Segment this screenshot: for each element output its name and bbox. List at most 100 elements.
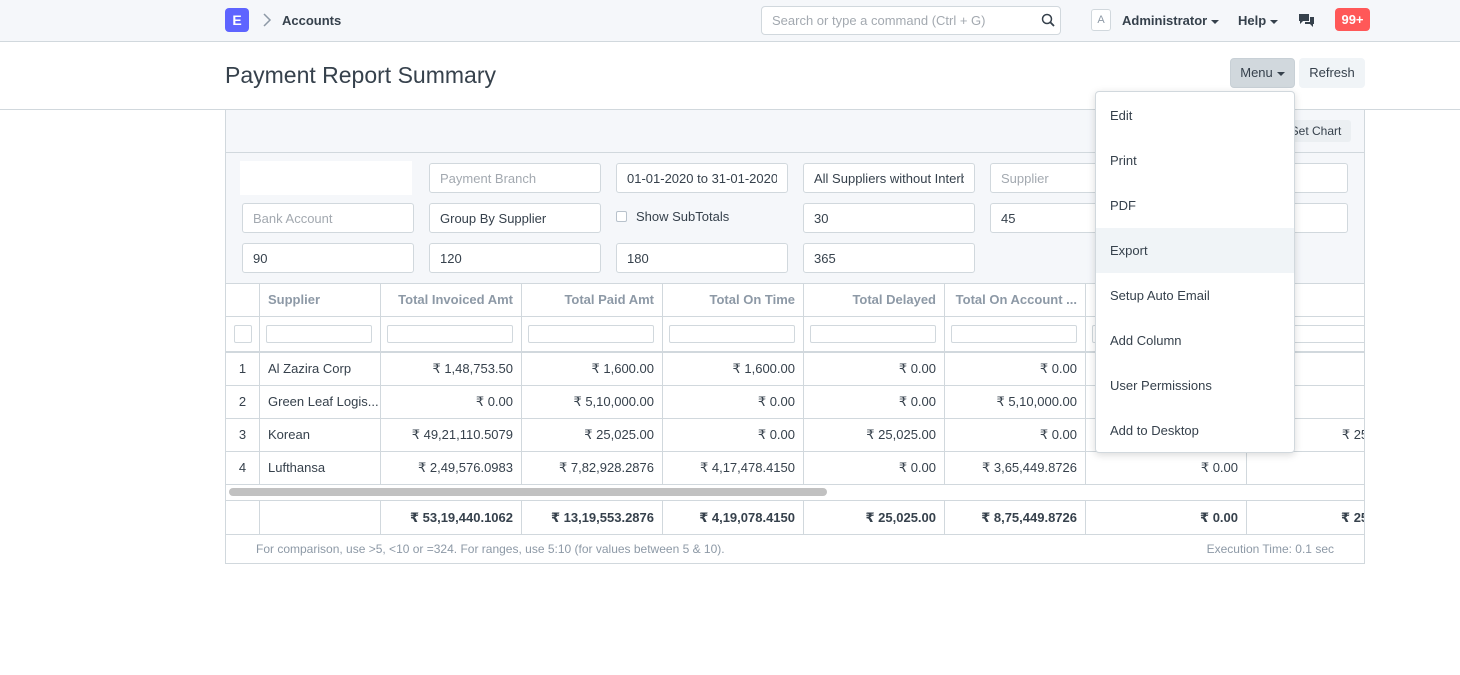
menu-button[interactable]: Menu	[1230, 58, 1295, 88]
filter-cell	[381, 317, 522, 353]
show-subtotals-checkbox[interactable]	[616, 211, 627, 222]
cell-on-time[interactable]: ₹ 1,600.00	[663, 353, 804, 386]
menu-item-print[interactable]: Print	[1096, 138, 1294, 183]
header-index	[226, 283, 260, 317]
cell-paid[interactable]: ₹ 7,82,928.2876	[522, 452, 663, 485]
menu-item-edit[interactable]: Edit	[1096, 93, 1294, 138]
total-on-time: ₹ 4,19,078.4150	[663, 500, 804, 535]
menu-item-pdf[interactable]: PDF	[1096, 183, 1294, 228]
help-label: Help	[1238, 13, 1267, 28]
comparison-help-text: For comparison, use >5, <10 or =324. For…	[256, 542, 725, 556]
cell-supplier[interactable]: Green Leaf Logis...	[260, 386, 381, 419]
bank-account-field[interactable]	[242, 203, 414, 233]
menu-item-user-permissions[interactable]: User Permissions	[1096, 363, 1294, 408]
column-filter-input[interactable]	[528, 325, 654, 343]
search-icon[interactable]	[1041, 13, 1055, 27]
total-paid: ₹ 13,19,553.2876	[522, 500, 663, 535]
filter-cell	[663, 317, 804, 353]
cell-on-time[interactable]: ₹ 4,17,478.4150	[663, 452, 804, 485]
payment-branch-field[interactable]	[429, 163, 601, 193]
menu-dropdown: Edit Print PDF Export Setup Auto Email A…	[1095, 91, 1295, 453]
menu-item-add-to-desktop[interactable]: Add to Desktop	[1096, 408, 1294, 453]
menu-label: Menu	[1240, 65, 1273, 80]
total-col8: ₹ 25,0	[1247, 500, 1364, 535]
filter-row-index	[226, 317, 260, 353]
cell-invoiced[interactable]: ₹ 1,48,753.50	[381, 353, 522, 386]
filter-cell	[522, 317, 663, 353]
cell-on-account[interactable]: ₹ 3,65,449.8726	[945, 452, 1086, 485]
cell-col8[interactable]: ₹	[1247, 452, 1364, 485]
cell-delayed[interactable]: ₹ 0.00	[804, 386, 945, 419]
filter-cell	[260, 317, 381, 353]
column-header[interactable]: Total On Time	[663, 283, 804, 317]
cell-supplier[interactable]: Lufthansa	[260, 452, 381, 485]
row-index: 3	[226, 419, 260, 452]
cell-paid[interactable]: ₹ 25,025.00	[522, 419, 663, 452]
menu-item-add-column[interactable]: Add Column	[1096, 318, 1294, 363]
cell-supplier[interactable]: Korean	[260, 419, 381, 452]
cell-paid[interactable]: ₹ 5,10,000.00	[522, 386, 663, 419]
show-subtotals-label: Show SubTotals	[636, 209, 730, 224]
column-filter-input[interactable]	[951, 325, 1077, 343]
cell-supplier[interactable]: Al Zazira Corp	[260, 353, 381, 386]
app-logo[interactable]: E	[225, 8, 249, 32]
cell-paid[interactable]: ₹ 1,600.00	[522, 353, 663, 386]
column-filter-input[interactable]	[234, 325, 252, 343]
range4-field[interactable]	[429, 243, 601, 273]
row-index: 2	[226, 386, 260, 419]
range1-field[interactable]	[803, 203, 975, 233]
range6-field[interactable]	[803, 243, 975, 273]
caret-down-icon	[1211, 19, 1220, 24]
cell-on-account[interactable]: ₹ 0.00	[945, 353, 1086, 386]
breadcrumb-accounts[interactable]: Accounts	[282, 13, 341, 28]
chat-icon[interactable]	[1298, 13, 1315, 28]
column-header[interactable]: Total Paid Amt	[522, 283, 663, 317]
chevron-right-icon	[263, 13, 272, 27]
company-field[interactable]	[240, 161, 412, 195]
refresh-button[interactable]: Refresh	[1299, 58, 1365, 88]
date-range-field[interactable]	[616, 163, 788, 193]
cell-on-time[interactable]: ₹ 0.00	[663, 386, 804, 419]
search-input[interactable]	[761, 6, 1061, 35]
group-by-field[interactable]	[429, 203, 601, 233]
range3-field[interactable]	[242, 243, 414, 273]
column-filter-input[interactable]	[669, 325, 795, 343]
horizontal-scrollbar[interactable]	[229, 488, 827, 496]
filter-cell	[804, 317, 945, 353]
total-col7: ₹ 0.00	[1086, 500, 1247, 535]
totals-index	[226, 500, 260, 535]
column-filter-input[interactable]	[266, 325, 372, 343]
cell-on-account[interactable]: ₹ 5,10,000.00	[945, 386, 1086, 419]
avatar[interactable]: A	[1091, 9, 1111, 31]
row-index: 4	[226, 452, 260, 485]
navbar: E Accounts A Administrator Help 99+	[0, 0, 1460, 42]
menu-item-setup-auto-email[interactable]: Setup Auto Email	[1096, 273, 1294, 318]
column-header[interactable]: Supplier	[260, 283, 381, 317]
cell-invoiced[interactable]: ₹ 49,21,110.5079	[381, 419, 522, 452]
column-filter-input[interactable]	[810, 325, 936, 343]
notification-badge[interactable]: 99+	[1335, 8, 1370, 31]
cell-delayed[interactable]: ₹ 0.00	[804, 452, 945, 485]
range5-field[interactable]	[616, 243, 788, 273]
column-filter-input[interactable]	[387, 325, 513, 343]
help-dropdown[interactable]: Help	[1238, 13, 1279, 28]
total-invoiced: ₹ 53,19,440.1062	[381, 500, 522, 535]
total-on-account: ₹ 8,75,449.8726	[945, 500, 1086, 535]
filter-cell	[945, 317, 1086, 353]
column-header[interactable]: Total Invoiced Amt	[381, 283, 522, 317]
cell-delayed[interactable]: ₹ 0.00	[804, 353, 945, 386]
cell-col7[interactable]: ₹ 0.00	[1086, 452, 1247, 485]
cell-invoiced[interactable]: ₹ 2,49,576.0983	[381, 452, 522, 485]
page-title: Payment Report Summary	[225, 62, 496, 88]
cell-delayed[interactable]: ₹ 25,025.00	[804, 419, 945, 452]
cell-invoiced[interactable]: ₹ 0.00	[381, 386, 522, 419]
user-dropdown[interactable]: Administrator	[1122, 13, 1220, 28]
menu-item-export[interactable]: Export	[1096, 228, 1294, 273]
cell-on-account[interactable]: ₹ 0.00	[945, 419, 1086, 452]
column-header[interactable]: Total On Account ...	[945, 283, 1086, 317]
supplier-group-field[interactable]	[803, 163, 975, 193]
row-index: 1	[226, 353, 260, 386]
column-header[interactable]: Total Delayed	[804, 283, 945, 317]
cell-on-time[interactable]: ₹ 0.00	[663, 419, 804, 452]
execution-time: Execution Time: 0.1 sec	[1206, 542, 1334, 556]
